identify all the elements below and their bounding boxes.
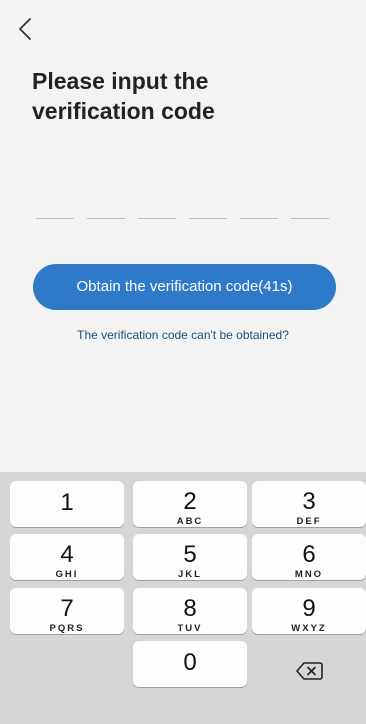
cannot-obtain-code-link[interactable]: The verification code can't be obtained? <box>0 328 366 342</box>
key-4[interactable]: 4 GHI <box>10 534 124 580</box>
key-letters: DEF <box>296 516 322 527</box>
key-letters: GHI <box>55 569 79 580</box>
verification-screen: Please input the verification code Obtai… <box>0 0 366 724</box>
code-input-row[interactable] <box>36 218 332 224</box>
obtain-code-button[interactable]: Obtain the verification code(41s) <box>33 264 336 310</box>
key-letters: ABC <box>176 516 204 527</box>
backspace-icon <box>296 662 323 680</box>
key-5[interactable]: 5 JKL <box>133 534 247 580</box>
code-slot-6[interactable] <box>291 218 329 221</box>
key-1[interactable]: 1 <box>10 481 124 527</box>
key-number: 6 <box>302 541 316 568</box>
key-letters: WXYZ <box>291 623 327 634</box>
numeric-keypad: 1 2 ABC 3 DEF 4 GHI 5 JKL 6 MNO 7 PQRS 8 <box>0 472 366 724</box>
back-button[interactable] <box>14 14 36 44</box>
key-number: 2 <box>183 488 197 515</box>
key-number: 9 <box>302 595 316 622</box>
chevron-left-icon <box>19 18 31 40</box>
code-slot-2[interactable] <box>87 218 125 221</box>
key-letters: PQRS <box>49 623 85 634</box>
key-number: 5 <box>183 541 197 568</box>
code-slot-1[interactable] <box>36 218 74 221</box>
key-letters: TUV <box>177 623 203 634</box>
page-title: Please input the verification code <box>32 68 215 124</box>
key-letters: MNO <box>294 569 324 580</box>
key-number: 1 <box>60 489 74 516</box>
code-slot-4[interactable] <box>189 218 227 221</box>
key-number: 0 <box>183 649 197 676</box>
key-number: 7 <box>60 595 74 622</box>
key-number: 4 <box>60 541 74 568</box>
key-7[interactable]: 7 PQRS <box>10 588 124 634</box>
key-2[interactable]: 2 ABC <box>133 481 247 527</box>
key-0[interactable]: 0 <box>133 641 247 687</box>
code-slot-5[interactable] <box>240 218 278 221</box>
key-8[interactable]: 8 TUV <box>133 588 247 634</box>
key-number: 8 <box>183 595 197 622</box>
delete-key[interactable] <box>252 648 366 694</box>
key-number: 3 <box>302 488 316 515</box>
key-9[interactable]: 9 WXYZ <box>252 588 366 634</box>
key-6[interactable]: 6 MNO <box>252 534 366 580</box>
key-3[interactable]: 3 DEF <box>252 481 366 527</box>
key-letters: JKL <box>178 569 202 580</box>
code-slot-3[interactable] <box>138 218 176 221</box>
